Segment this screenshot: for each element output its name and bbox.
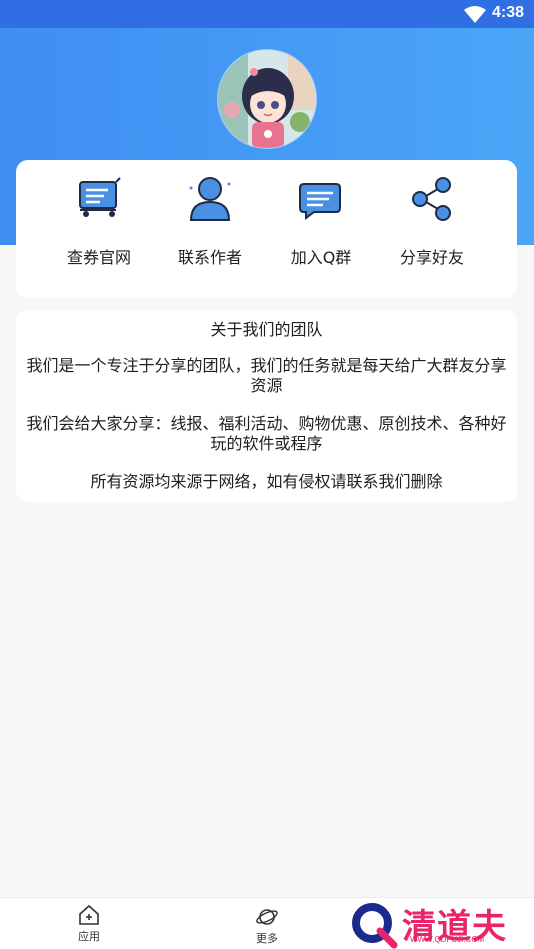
avatar[interactable]: [218, 50, 316, 148]
nav-label: 应用: [78, 930, 100, 943]
chat-bubble-icon: [299, 183, 341, 220]
about-paragraph-mission: 我们是一个专注于分享的团队，我们的任务就是每天给广大群友分享资源: [26, 356, 507, 395]
about-card: 关于我们的团队 我们是一个专注于分享的团队，我们的任务就是每天给广大群友分享资源…: [16, 310, 517, 502]
about-title: 关于我们的团队: [210, 320, 323, 339]
about-paragraph-content: 我们会给大家分享：线报、福利活动、购物优惠、原创技术、各种好玩的软件或程序: [26, 414, 507, 453]
watermark-url: WWW.QDFUJI.COM: [410, 935, 485, 944]
planet-icon: [256, 909, 278, 925]
menu-item-join-qq-group[interactable]: 加入Q群: [266, 160, 376, 298]
status-time: 4:38: [491, 4, 524, 21]
q-logo-icon: [352, 903, 398, 949]
cart-icon: [79, 177, 121, 217]
menu-label: 查券官网: [66, 248, 131, 267]
menu-item-coupon-site[interactable]: 查券官网: [44, 160, 154, 298]
nav-item-apps[interactable]: 应用: [59, 904, 119, 944]
menu-label: 联系作者: [177, 248, 242, 267]
about-paragraph-disclaimer: 所有资源均来源于网络，如有侵权请联系我们删除: [90, 472, 443, 491]
status-bar: 4:38: [0, 0, 534, 28]
menu-item-contact-author[interactable]: 联系作者: [155, 160, 265, 298]
person-icon: [189, 177, 231, 221]
watermark-logo: 清道夫 WWW.QDFUJI.COM: [350, 899, 520, 949]
wifi-icon: [464, 6, 486, 23]
quick-menu-card: 查券官网 联系作者 加入Q群 分享好友: [16, 160, 517, 298]
nav-label: 更多: [256, 932, 278, 945]
menu-label: 分享好友: [399, 248, 464, 267]
menu-label: 加入Q群: [290, 248, 352, 267]
home-icon: [79, 904, 99, 925]
share-icon: [412, 177, 451, 221]
nav-item-more[interactable]: 更多: [237, 906, 297, 946]
menu-item-share-friends[interactable]: 分享好友: [377, 160, 487, 298]
avatar-illustration: [218, 50, 316, 148]
